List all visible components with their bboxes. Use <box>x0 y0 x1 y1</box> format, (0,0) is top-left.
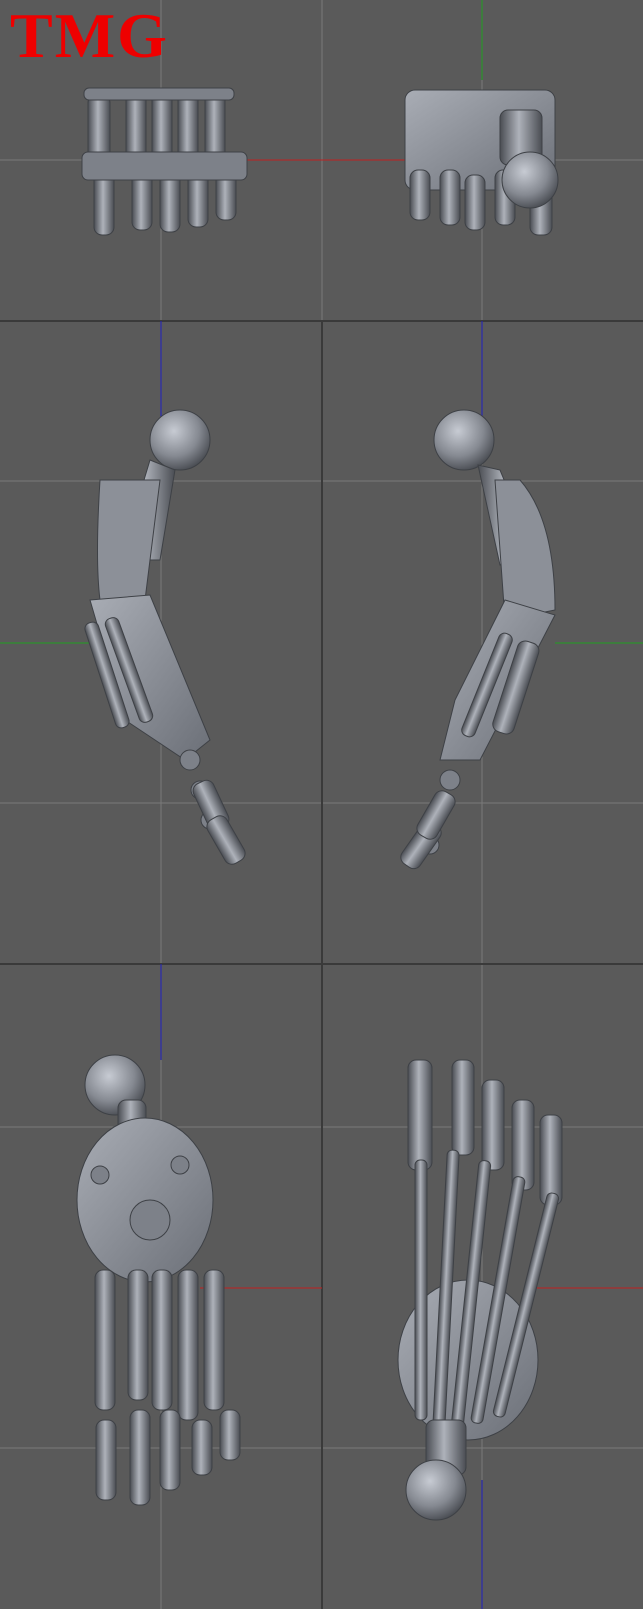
model-side-left <box>76 1054 241 1506</box>
model-top-left <box>81 87 248 236</box>
viewport-canvas[interactable]: TMG <box>0 0 643 1609</box>
model-front-left <box>84 409 246 865</box>
tmg-logo: TMG <box>10 0 169 71</box>
model-top-right <box>404 89 559 236</box>
model-side-right <box>397 1059 563 1521</box>
viewport-borders <box>0 320 643 1609</box>
viewport-grid <box>0 0 643 1609</box>
